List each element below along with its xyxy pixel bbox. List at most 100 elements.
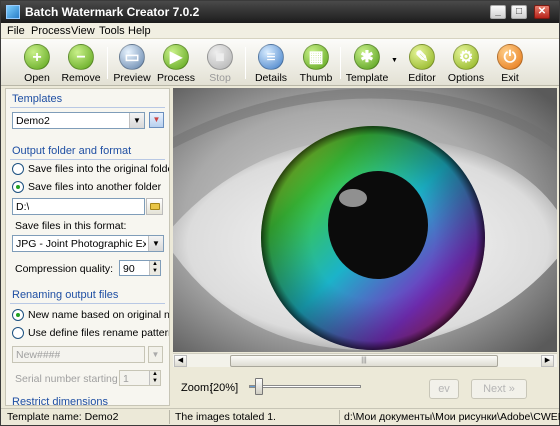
stop-label: Stop <box>209 72 231 84</box>
output-folder-field[interactable]: D:\ <box>12 198 145 215</box>
plus-icon: + <box>24 44 50 70</box>
spinner-arrows-icon: ▲ ▼ <box>149 371 160 385</box>
window-title: Batch Watermark Creator 7.0.2 <box>25 5 200 19</box>
menu-view[interactable]: View <box>71 25 95 37</box>
slider-track <box>249 385 361 388</box>
radio-button <box>12 327 24 339</box>
preview-button[interactable]: ▭ Preview <box>109 42 155 84</box>
stop-button[interactable]: ■ Stop <box>197 42 243 84</box>
radio-label: Use define files rename pattern <box>28 327 170 339</box>
play-icon: ▶ <box>163 44 189 70</box>
spinner-arrows-icon: ▲ ▼ <box>149 261 160 275</box>
divider <box>339 410 340 424</box>
divider <box>169 410 170 424</box>
template-select-value: Demo2 <box>16 115 50 127</box>
template-label: Template <box>345 72 389 84</box>
minimize-button[interactable]: _ <box>490 5 506 19</box>
minus-icon: − <box>68 44 94 70</box>
format-select[interactable]: JPG - Joint Photographic Experts G ▼ <box>12 235 164 252</box>
restrict-header: Restrict dimensions <box>12 396 108 406</box>
process-button[interactable]: ▶ Process <box>153 42 199 84</box>
menu-tools[interactable]: Tools <box>99 25 125 37</box>
menu-file[interactable]: File <box>7 25 25 37</box>
editor-label: Editor <box>408 72 436 84</box>
radio-label: Save files into another folder <box>28 181 162 193</box>
format-label: Save files in this format: <box>15 220 127 232</box>
quality-spinner[interactable]: 90 ▲ ▼ <box>119 260 161 276</box>
zoom-slider[interactable] <box>249 377 361 395</box>
menu-process[interactable]: Process <box>31 25 71 37</box>
rename-pattern-field[interactable]: New#### <box>12 346 145 363</box>
status-path: d:\Мои документы\Мои рисунки\Adobe\CWER.… <box>344 411 560 423</box>
toolbar-separator <box>107 47 108 79</box>
details-label: Details <box>254 72 288 84</box>
template-button[interactable]: ✱ Template <box>344 42 390 84</box>
radio-label: New name based on original name <box>28 309 170 321</box>
thumbnails-icon: ▦ <box>303 44 329 70</box>
close-button[interactable]: ✕ <box>534 5 550 19</box>
browse-folder-button[interactable] <box>146 198 163 215</box>
stop-icon: ■ <box>207 44 233 70</box>
divider <box>10 303 165 304</box>
settings-panel: Templates Demo2 ▼ ▼ Output folder and fo… <box>5 88 170 406</box>
divider <box>10 107 165 108</box>
exit-label: Exit <box>501 72 519 84</box>
divider <box>10 159 165 160</box>
toolbar-separator <box>245 47 246 79</box>
template-dropdown-icon[interactable]: ▼ <box>391 57 398 64</box>
toolbar: + Open − Remove ▭ Preview ▶ Process ■ St… <box>1 39 559 86</box>
menu-help[interactable]: Help <box>128 25 151 37</box>
maximize-button[interactable]: □ <box>511 5 527 19</box>
output-folder-value: D:\ <box>16 201 30 213</box>
pattern-dropdown-button[interactable]: ▼ <box>148 346 163 363</box>
zoom-label: Zoom: <box>181 382 213 394</box>
toolbar-separator <box>340 47 341 79</box>
radio-button <box>12 163 24 175</box>
previous-label: ev <box>438 383 450 395</box>
template-select[interactable]: Demo2 ▼ <box>12 112 145 129</box>
scroll-right-icon[interactable]: ▶ <box>541 355 554 367</box>
next-button[interactable]: Next » <box>471 379 527 399</box>
scroll-left-icon[interactable]: ◀ <box>174 355 187 367</box>
renaming-header: Renaming output files <box>12 289 119 301</box>
chevron-down-icon: ▼ <box>148 236 163 251</box>
thumb-label: Thumb <box>299 72 333 84</box>
open-button[interactable]: + Open <box>14 42 60 84</box>
remove-button[interactable]: − Remove <box>58 42 104 84</box>
format-select-value: JPG - Joint Photographic Experts G <box>16 238 146 250</box>
radio-button <box>12 181 24 193</box>
preview-label: Preview <box>113 72 151 84</box>
slider-thumb[interactable] <box>255 378 263 395</box>
zoom-row: Zoom: [20%] ev Next » <box>173 371 557 405</box>
horizontal-scrollbar[interactable]: ◀ ||| ▶ <box>173 353 557 367</box>
template-menu-button[interactable]: ▼ <box>149 112 164 128</box>
power-icon: ⏻ <box>497 44 523 70</box>
quality-label: Compression quality: <box>15 263 114 275</box>
serial-spinner[interactable]: 1 ▲ ▼ <box>119 370 161 386</box>
options-label: Options <box>447 72 485 84</box>
scrollbar-thumb[interactable]: ||| <box>230 355 498 367</box>
app-icon <box>6 5 20 19</box>
rename-pattern-value: New#### <box>16 349 61 361</box>
templates-header: Templates <box>12 93 63 105</box>
editor-button[interactable]: ✎ Editor <box>399 42 445 84</box>
open-label: Open <box>24 72 50 84</box>
image-preview[interactable] <box>173 88 557 352</box>
thumb-button[interactable]: ▦ Thumb <box>293 42 339 84</box>
monitor-icon: ▭ <box>119 44 145 70</box>
process-label: Process <box>157 72 195 84</box>
previous-button[interactable]: ev <box>429 379 459 399</box>
remove-label: Remove <box>61 72 101 84</box>
options-button[interactable]: ⚙ Options <box>443 42 489 84</box>
exit-button[interactable]: ⏻ Exit <box>487 42 533 84</box>
details-button[interactable]: ≡ Details <box>248 42 294 84</box>
folder-icon <box>150 203 160 210</box>
next-label: Next <box>483 383 506 395</box>
menu-bar: File Process View Tools Help <box>1 23 559 39</box>
pencil-icon: ✎ <box>409 44 435 70</box>
status-images-total: The images totaled 1. <box>175 411 276 423</box>
app-window: Batch Watermark Creator 7.0.2 _ □ ✕ File… <box>0 0 560 426</box>
radio-label: Save files into the original folder <box>28 163 170 175</box>
template-puzzle-icon: ✱ <box>354 44 380 70</box>
eye-photo <box>173 88 557 352</box>
